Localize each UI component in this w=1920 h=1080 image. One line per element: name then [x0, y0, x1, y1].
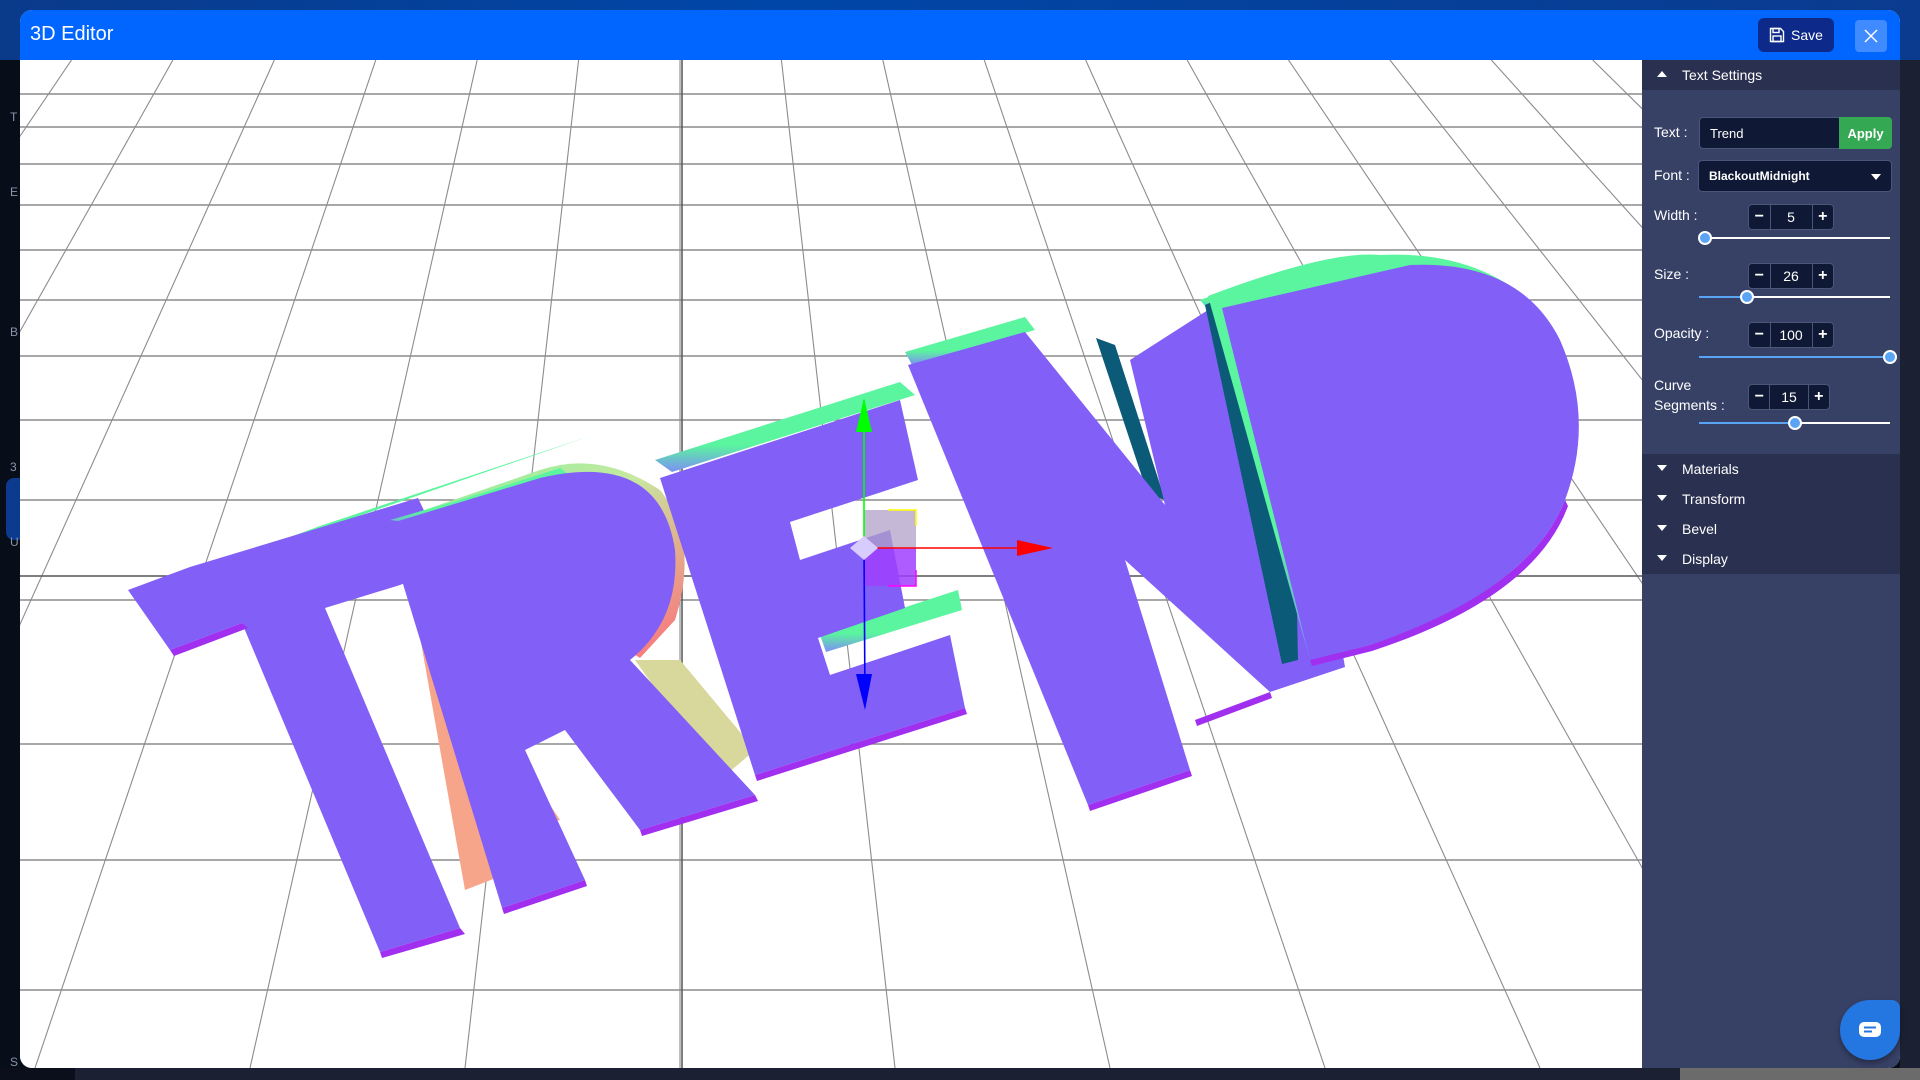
section-title: Bevel: [1682, 521, 1718, 537]
slider-track: [1699, 237, 1890, 239]
slider-thumb[interactable]: [1787, 416, 1802, 430]
curve-segments-label: Curve: [1654, 377, 1692, 393]
background-sidebar-label: U: [10, 535, 19, 549]
width-value[interactable]: 5: [1769, 205, 1813, 229]
dialog-header: 3D Editor Save: [20, 10, 1900, 60]
section-bevel[interactable]: Bevel: [1642, 514, 1900, 544]
3d-scene-canvas[interactable]: [20, 60, 1642, 1068]
curve-segments-decrement-button[interactable]: −: [1749, 385, 1769, 409]
section-title: Transform: [1682, 491, 1746, 507]
gizmo-plane-xy: [864, 510, 916, 548]
slider-fill: [1699, 356, 1890, 358]
background-app-footer-bar: [425, 1068, 1680, 1080]
grid-line-depth: [20, 60, 174, 333]
width-increment-button[interactable]: +: [1813, 205, 1834, 229]
font-label: Font :: [1654, 167, 1690, 183]
opacity-label: Opacity :: [1654, 325, 1710, 341]
size-label: Size :: [1654, 266, 1690, 282]
grid-line-depth: [1592, 60, 1642, 110]
background-sidebar-label: T: [10, 110, 18, 124]
slider-thumb[interactable]: [1883, 350, 1897, 364]
size-slider[interactable]: [1699, 290, 1890, 304]
chat-widget-button[interactable]: [1840, 1000, 1900, 1060]
background-app-footer-bar: [75, 1068, 425, 1080]
chevron-down-icon: [1657, 495, 1667, 501]
slider-fill: [1699, 422, 1795, 424]
font-select-value: BlackoutMidnight: [1709, 169, 1810, 183]
curve-segments-increment-button[interactable]: +: [1809, 385, 1829, 409]
size-increment-button[interactable]: +: [1813, 264, 1834, 288]
text-label: Text :: [1654, 124, 1688, 140]
size-stepper[interactable]: − 26 +: [1748, 263, 1834, 289]
opacity-increment-button[interactable]: +: [1813, 323, 1834, 347]
section-title: Materials: [1682, 461, 1739, 477]
width-slider[interactable]: [1697, 231, 1890, 245]
opacity-decrement-button[interactable]: −: [1749, 323, 1770, 347]
width-stepper[interactable]: − 5 +: [1748, 204, 1834, 230]
apply-button[interactable]: Apply: [1839, 117, 1892, 149]
chat-bubble-icon: [1859, 1022, 1881, 1037]
curve-segments-stepper[interactable]: − 15 +: [1748, 384, 1830, 410]
size-decrement-button[interactable]: −: [1749, 264, 1770, 288]
background-app-sidebar: T E B 3 U S: [0, 60, 22, 1080]
close-x-icon: [1864, 29, 1878, 43]
save-button[interactable]: Save: [1758, 18, 1834, 52]
gizmo-plane-xz: [864, 548, 916, 586]
curve-segments-label: Segments :: [1654, 397, 1725, 413]
section-materials[interactable]: Materials: [1642, 454, 1900, 484]
width-label: Width :: [1654, 207, 1698, 223]
font-select[interactable]: BlackoutMidnight: [1698, 160, 1892, 192]
background-sidebar-label: B: [10, 325, 19, 339]
section-transform[interactable]: Transform: [1642, 484, 1900, 514]
opacity-stepper[interactable]: − 100 +: [1748, 322, 1834, 348]
text-input[interactable]: [1699, 117, 1839, 149]
section-title: Text Settings: [1682, 67, 1763, 83]
chevron-down-icon: [1657, 525, 1667, 531]
curve-segments-slider[interactable]: [1699, 416, 1890, 430]
chevron-up-icon: [1657, 71, 1667, 77]
curve-segments-value[interactable]: 15: [1769, 385, 1809, 409]
section-title: Display: [1682, 551, 1728, 567]
slider-thumb[interactable]: [1739, 290, 1754, 304]
background-sidebar-label: E: [10, 185, 19, 199]
letter-n-bottom-edge: [1195, 692, 1272, 726]
chevron-down-icon: [1871, 174, 1881, 180]
background-sidebar-label: S: [10, 1055, 19, 1069]
3d-text-trend[interactable]: [128, 254, 1579, 958]
opacity-slider[interactable]: [1699, 350, 1897, 364]
slider-thumb[interactable]: [1697, 231, 1712, 245]
section-text-settings[interactable]: Text Settings: [1642, 60, 1900, 90]
section-display[interactable]: Display: [1642, 544, 1900, 574]
size-value[interactable]: 26: [1769, 264, 1813, 288]
editor-dialog: 3D Editor Save Text Settings Text: Tren…: [20, 10, 1900, 1068]
floppy-disk-icon: [1769, 27, 1785, 43]
collapsed-sections: Materials Transform Bevel Display: [1642, 454, 1900, 574]
background-app-content: [1900, 60, 1920, 1068]
chevron-down-icon: [1657, 465, 1667, 471]
width-decrement-button[interactable]: −: [1749, 205, 1770, 229]
background-sidebar-label: 3: [10, 460, 17, 474]
settings-panel: Text Settings Text : Apply Font : Blacko…: [1642, 60, 1900, 1068]
save-label: Save: [1791, 27, 1823, 43]
dialog-title: 3D Editor: [30, 23, 114, 45]
close-button[interactable]: [1855, 20, 1887, 52]
grid-line-depth: [20, 60, 72, 138]
background-app-footer-block: [1680, 1068, 1920, 1080]
chevron-down-icon: [1657, 555, 1667, 561]
opacity-value[interactable]: 100: [1769, 323, 1813, 347]
3d-viewport[interactable]: [20, 60, 1642, 1068]
